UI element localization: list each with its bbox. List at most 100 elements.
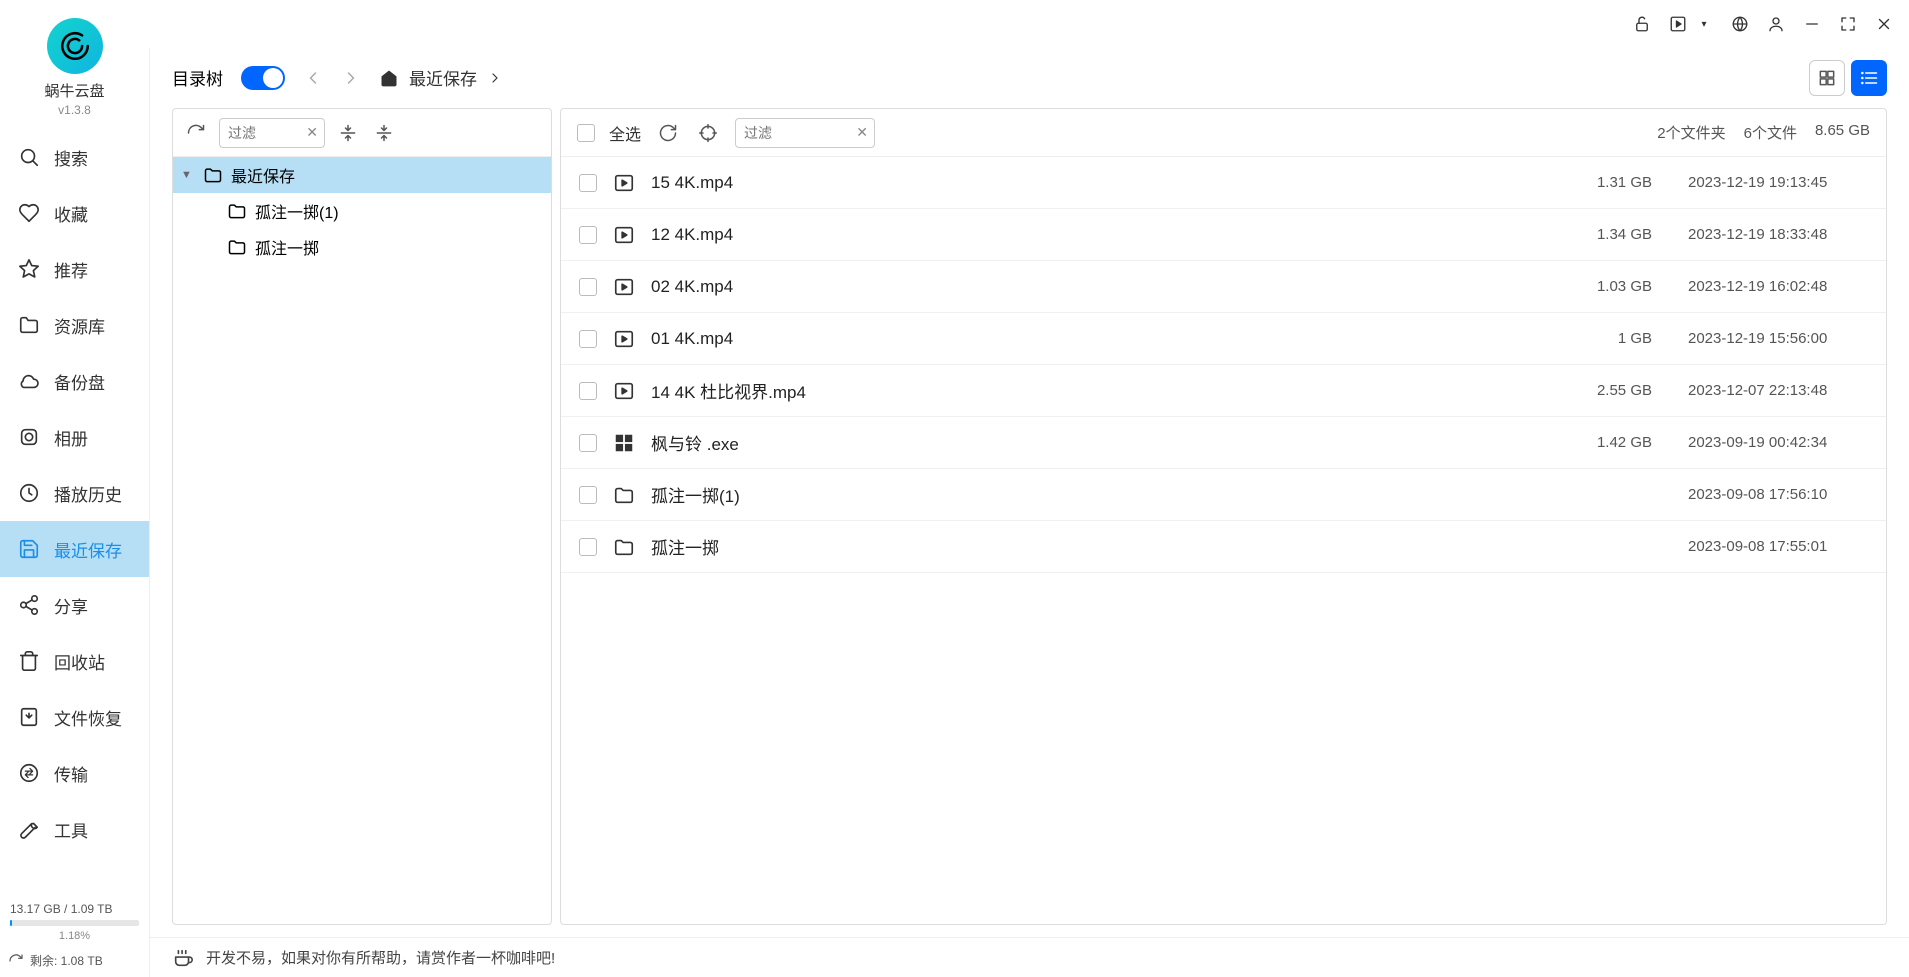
transfer-icon	[18, 762, 40, 784]
tree-collapse[interactable]	[371, 120, 397, 146]
breadcrumb[interactable]: 最近保存	[379, 65, 503, 90]
storage-bar	[10, 920, 139, 926]
view-list-button[interactable]	[1851, 60, 1887, 96]
coffee-icon	[172, 947, 194, 969]
tree-refresh[interactable]	[183, 120, 209, 146]
sidebar-item-share[interactable]: 分享	[0, 577, 149, 633]
logo-area: 蜗牛云盘 v1.3.8	[0, 18, 149, 129]
minimize-icon[interactable]	[1803, 15, 1821, 33]
chevron-down-icon[interactable]: ▾	[1695, 15, 1713, 33]
theme-icon[interactable]	[1731, 15, 1749, 33]
topbar: 目录树 最近保存	[150, 48, 1909, 108]
video-icon	[613, 328, 635, 350]
sidebar-item-search[interactable]: 搜索	[0, 129, 149, 185]
storage-percent: 1.18%	[10, 930, 139, 942]
file-stats: 2个文件夹 6个文件 8.65 GB	[1657, 122, 1870, 143]
sidebar-item-save[interactable]: 最近保存	[0, 521, 149, 577]
file-row[interactable]: 孤注一掷(1) 2023-09-08 17:56:10	[561, 469, 1886, 521]
sidebar-item-clock[interactable]: 播放历史	[0, 465, 149, 521]
file-toolbar: 全选 ✕ 2个文件夹 6个文件 8.65 GB	[561, 109, 1886, 157]
file-panel: 全选 ✕ 2个文件夹 6个文件 8.65 GB 15 4K.mp4 1.3	[560, 108, 1887, 925]
tree-arrow-icon[interactable]: ▼	[181, 169, 195, 181]
file-row[interactable]: 01 4K.mp4 1 GB 2023-12-19 15:56:00	[561, 313, 1886, 365]
select-all-label: 全选	[609, 121, 641, 145]
close-icon[interactable]	[1875, 15, 1893, 33]
sidebar-item-trash[interactable]: 回收站	[0, 633, 149, 689]
wrench-icon	[18, 818, 40, 840]
sidebar-item-label: 收藏	[54, 201, 88, 226]
file-row[interactable]: 孤注一掷 2023-09-08 17:55:01	[561, 521, 1886, 573]
sidebar-item-label: 最近保存	[54, 537, 122, 562]
sidebar-item-star[interactable]: 推荐	[0, 241, 149, 297]
row-checkbox[interactable]	[579, 486, 597, 504]
exe-icon	[613, 432, 635, 454]
file-row[interactable]: 14 4K 杜比视界.mp4 2.55 GB 2023-12-07 22:13:…	[561, 365, 1886, 417]
file-date: 2023-09-08 17:56:10	[1668, 486, 1868, 503]
file-date: 2023-12-19 16:02:48	[1668, 278, 1868, 295]
folder-icon	[227, 201, 247, 221]
row-checkbox[interactable]	[579, 174, 597, 192]
select-all-checkbox[interactable]	[577, 124, 595, 142]
file-name: 15 4K.mp4	[651, 173, 1526, 193]
file-refresh[interactable]	[655, 120, 681, 146]
file-date: 2023-12-19 18:33:48	[1668, 226, 1868, 243]
tree-expand[interactable]	[335, 120, 361, 146]
row-checkbox[interactable]	[579, 434, 597, 452]
sidebar: 蜗牛云盘 v1.3.8 搜索收藏推荐资源库备份盘相册播放历史最近保存分享回收站文…	[0, 48, 150, 977]
row-checkbox[interactable]	[579, 330, 597, 348]
file-row[interactable]: 02 4K.mp4 1.03 GB 2023-12-19 16:02:48	[561, 261, 1886, 313]
row-checkbox[interactable]	[579, 226, 597, 244]
nav-list: 搜索收藏推荐资源库备份盘相册播放历史最近保存分享回收站文件恢复传输工具	[0, 129, 149, 896]
row-checkbox[interactable]	[579, 538, 597, 556]
tree-item[interactable]: 孤注一掷(1)	[173, 193, 551, 229]
file-row[interactable]: 12 4K.mp4 1.34 GB 2023-12-19 18:33:48	[561, 209, 1886, 261]
sidebar-item-label: 搜索	[54, 145, 88, 170]
file-name: 孤注一掷	[651, 534, 1526, 559]
app-version: v1.3.8	[58, 103, 91, 117]
file-size: 1.34 GB	[1542, 226, 1652, 243]
video-icon	[613, 380, 635, 402]
nav-forward[interactable]	[341, 68, 361, 88]
file-filter[interactable]: ✕	[735, 118, 875, 148]
sidebar-item-label: 文件恢复	[54, 705, 122, 730]
album-icon	[18, 426, 40, 448]
file-locate[interactable]	[695, 120, 721, 146]
file-date: 2023-12-19 15:56:00	[1668, 330, 1868, 347]
view-grid-button[interactable]	[1809, 60, 1845, 96]
play-menu-icon[interactable]	[1669, 15, 1687, 33]
row-checkbox[interactable]	[579, 278, 597, 296]
sidebar-item-cloud[interactable]: 备份盘	[0, 353, 149, 409]
file-filter-input[interactable]	[744, 125, 844, 141]
sidebar-item-wrench[interactable]: 工具	[0, 801, 149, 857]
tree-filter-input[interactable]	[228, 125, 298, 141]
titlebar: ▾	[0, 0, 1909, 48]
sidebar-item-transfer[interactable]: 传输	[0, 745, 149, 801]
sidebar-item-heart[interactable]: 收藏	[0, 185, 149, 241]
video-icon	[613, 224, 635, 246]
app-name: 蜗牛云盘	[44, 80, 104, 101]
footer: 开发不易，如果对你有所帮助，请赏作者一杯咖啡吧!	[150, 937, 1909, 977]
tree-filter[interactable]: ✕	[219, 118, 325, 148]
maximize-icon[interactable]	[1839, 15, 1857, 33]
user-icon[interactable]	[1767, 15, 1785, 33]
clear-icon[interactable]: ✕	[306, 124, 318, 141]
sidebar-item-label: 推荐	[54, 257, 88, 282]
nav-back[interactable]	[303, 68, 323, 88]
tree-toolbar: ✕	[173, 109, 551, 157]
heart-icon	[18, 202, 40, 224]
tree-toggle[interactable]	[241, 66, 285, 90]
unlock-icon[interactable]	[1633, 15, 1651, 33]
sidebar-item-album[interactable]: 相册	[0, 409, 149, 465]
sidebar-item-label: 回收站	[54, 649, 105, 674]
sidebar-item-folder[interactable]: 资源库	[0, 297, 149, 353]
row-checkbox[interactable]	[579, 382, 597, 400]
file-row[interactable]: 15 4K.mp4 1.31 GB 2023-12-19 19:13:45	[561, 157, 1886, 209]
file-name: 01 4K.mp4	[651, 329, 1526, 349]
sidebar-item-label: 相册	[54, 425, 88, 450]
tree-root[interactable]: ▼ 最近保存	[173, 157, 551, 193]
tree-toggle-label: 目录树	[172, 65, 223, 90]
file-row[interactable]: 枫与铃 .exe 1.42 GB 2023-09-19 00:42:34	[561, 417, 1886, 469]
sidebar-item-recover[interactable]: 文件恢复	[0, 689, 149, 745]
tree-item[interactable]: 孤注一掷	[173, 229, 551, 265]
clear-icon[interactable]: ✕	[856, 124, 868, 141]
